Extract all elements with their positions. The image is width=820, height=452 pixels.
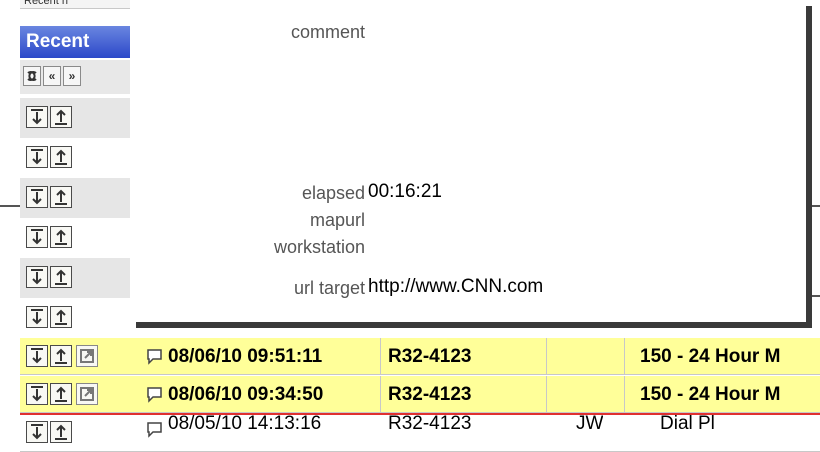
list-item [20, 178, 132, 218]
row-user: JW [576, 413, 604, 434]
field-label-mapurl: mapurl [309, 210, 365, 230]
comment-icon[interactable] [146, 386, 164, 404]
field-label-elapsed: elapsed [301, 183, 365, 203]
row-datetime: 08/06/10 09:51:11 [168, 346, 323, 367]
row-type: Dial Pl [660, 413, 715, 434]
row-unit: R32-4123 [388, 346, 472, 367]
move-up-icon[interactable] [50, 106, 72, 128]
row-type: 150 - 24 Hour M [640, 346, 781, 367]
row-datetime: 08/05/10 14:13:16 [168, 413, 322, 434]
move-up-icon[interactable] [50, 345, 72, 367]
comment-icon[interactable] [146, 421, 164, 439]
move-down-icon[interactable] [26, 383, 48, 405]
detail-popup: comment elapsed 00:16:21 mapurl workstat… [130, 0, 806, 322]
move-down-icon[interactable] [26, 186, 48, 208]
window-title-cut: Recent n [20, 0, 134, 9]
list-item [20, 258, 132, 298]
move-up-icon[interactable] [50, 226, 72, 248]
divider [806, 295, 820, 297]
divider [546, 338, 547, 375]
comment-icon[interactable] [146, 348, 164, 366]
move-up-icon[interactable] [50, 383, 72, 405]
prev-page-button[interactable]: « [43, 66, 61, 86]
refresh-icon[interactable] [23, 66, 41, 86]
row-unit: R32-4123 [388, 413, 472, 434]
move-down-icon[interactable] [26, 146, 48, 168]
recent-nav-toolbar: « » [20, 60, 132, 94]
divider [380, 376, 381, 413]
divider [624, 376, 625, 413]
next-page-button[interactable]: » [63, 66, 81, 86]
field-label-workstation: workstation [273, 237, 365, 257]
move-up-icon[interactable] [50, 421, 72, 443]
field-value-elapsed: 00:16:21 [368, 181, 442, 202]
move-down-icon[interactable] [26, 266, 48, 288]
list-item [20, 98, 132, 138]
move-up-icon[interactable] [50, 306, 72, 328]
move-down-icon[interactable] [26, 306, 48, 328]
divider [380, 338, 381, 375]
field-value-url-target[interactable]: http://www.CNN.com [368, 276, 543, 298]
list-item [20, 298, 132, 338]
list-item [20, 218, 132, 258]
move-down-icon[interactable] [26, 421, 48, 443]
open-link-icon[interactable] [76, 383, 98, 405]
move-down-icon[interactable] [26, 106, 48, 128]
open-link-icon[interactable] [76, 345, 98, 367]
divider [806, 205, 820, 207]
move-up-icon[interactable] [50, 146, 72, 168]
table-row[interactable]: 08/06/10 09:51:11 R32-4123 150 - 24 Hour… [20, 338, 820, 375]
divider [546, 376, 547, 413]
divider [0, 205, 20, 207]
move-up-icon[interactable] [50, 186, 72, 208]
field-label-url-target: url target [293, 278, 365, 298]
field-label-comment: comment [290, 22, 365, 42]
move-down-icon[interactable] [26, 345, 48, 367]
move-down-icon[interactable] [26, 226, 48, 248]
divider [624, 338, 625, 375]
recent-panel-header: Recent [20, 26, 132, 58]
move-up-icon[interactable] [50, 266, 72, 288]
list-item [20, 138, 132, 178]
